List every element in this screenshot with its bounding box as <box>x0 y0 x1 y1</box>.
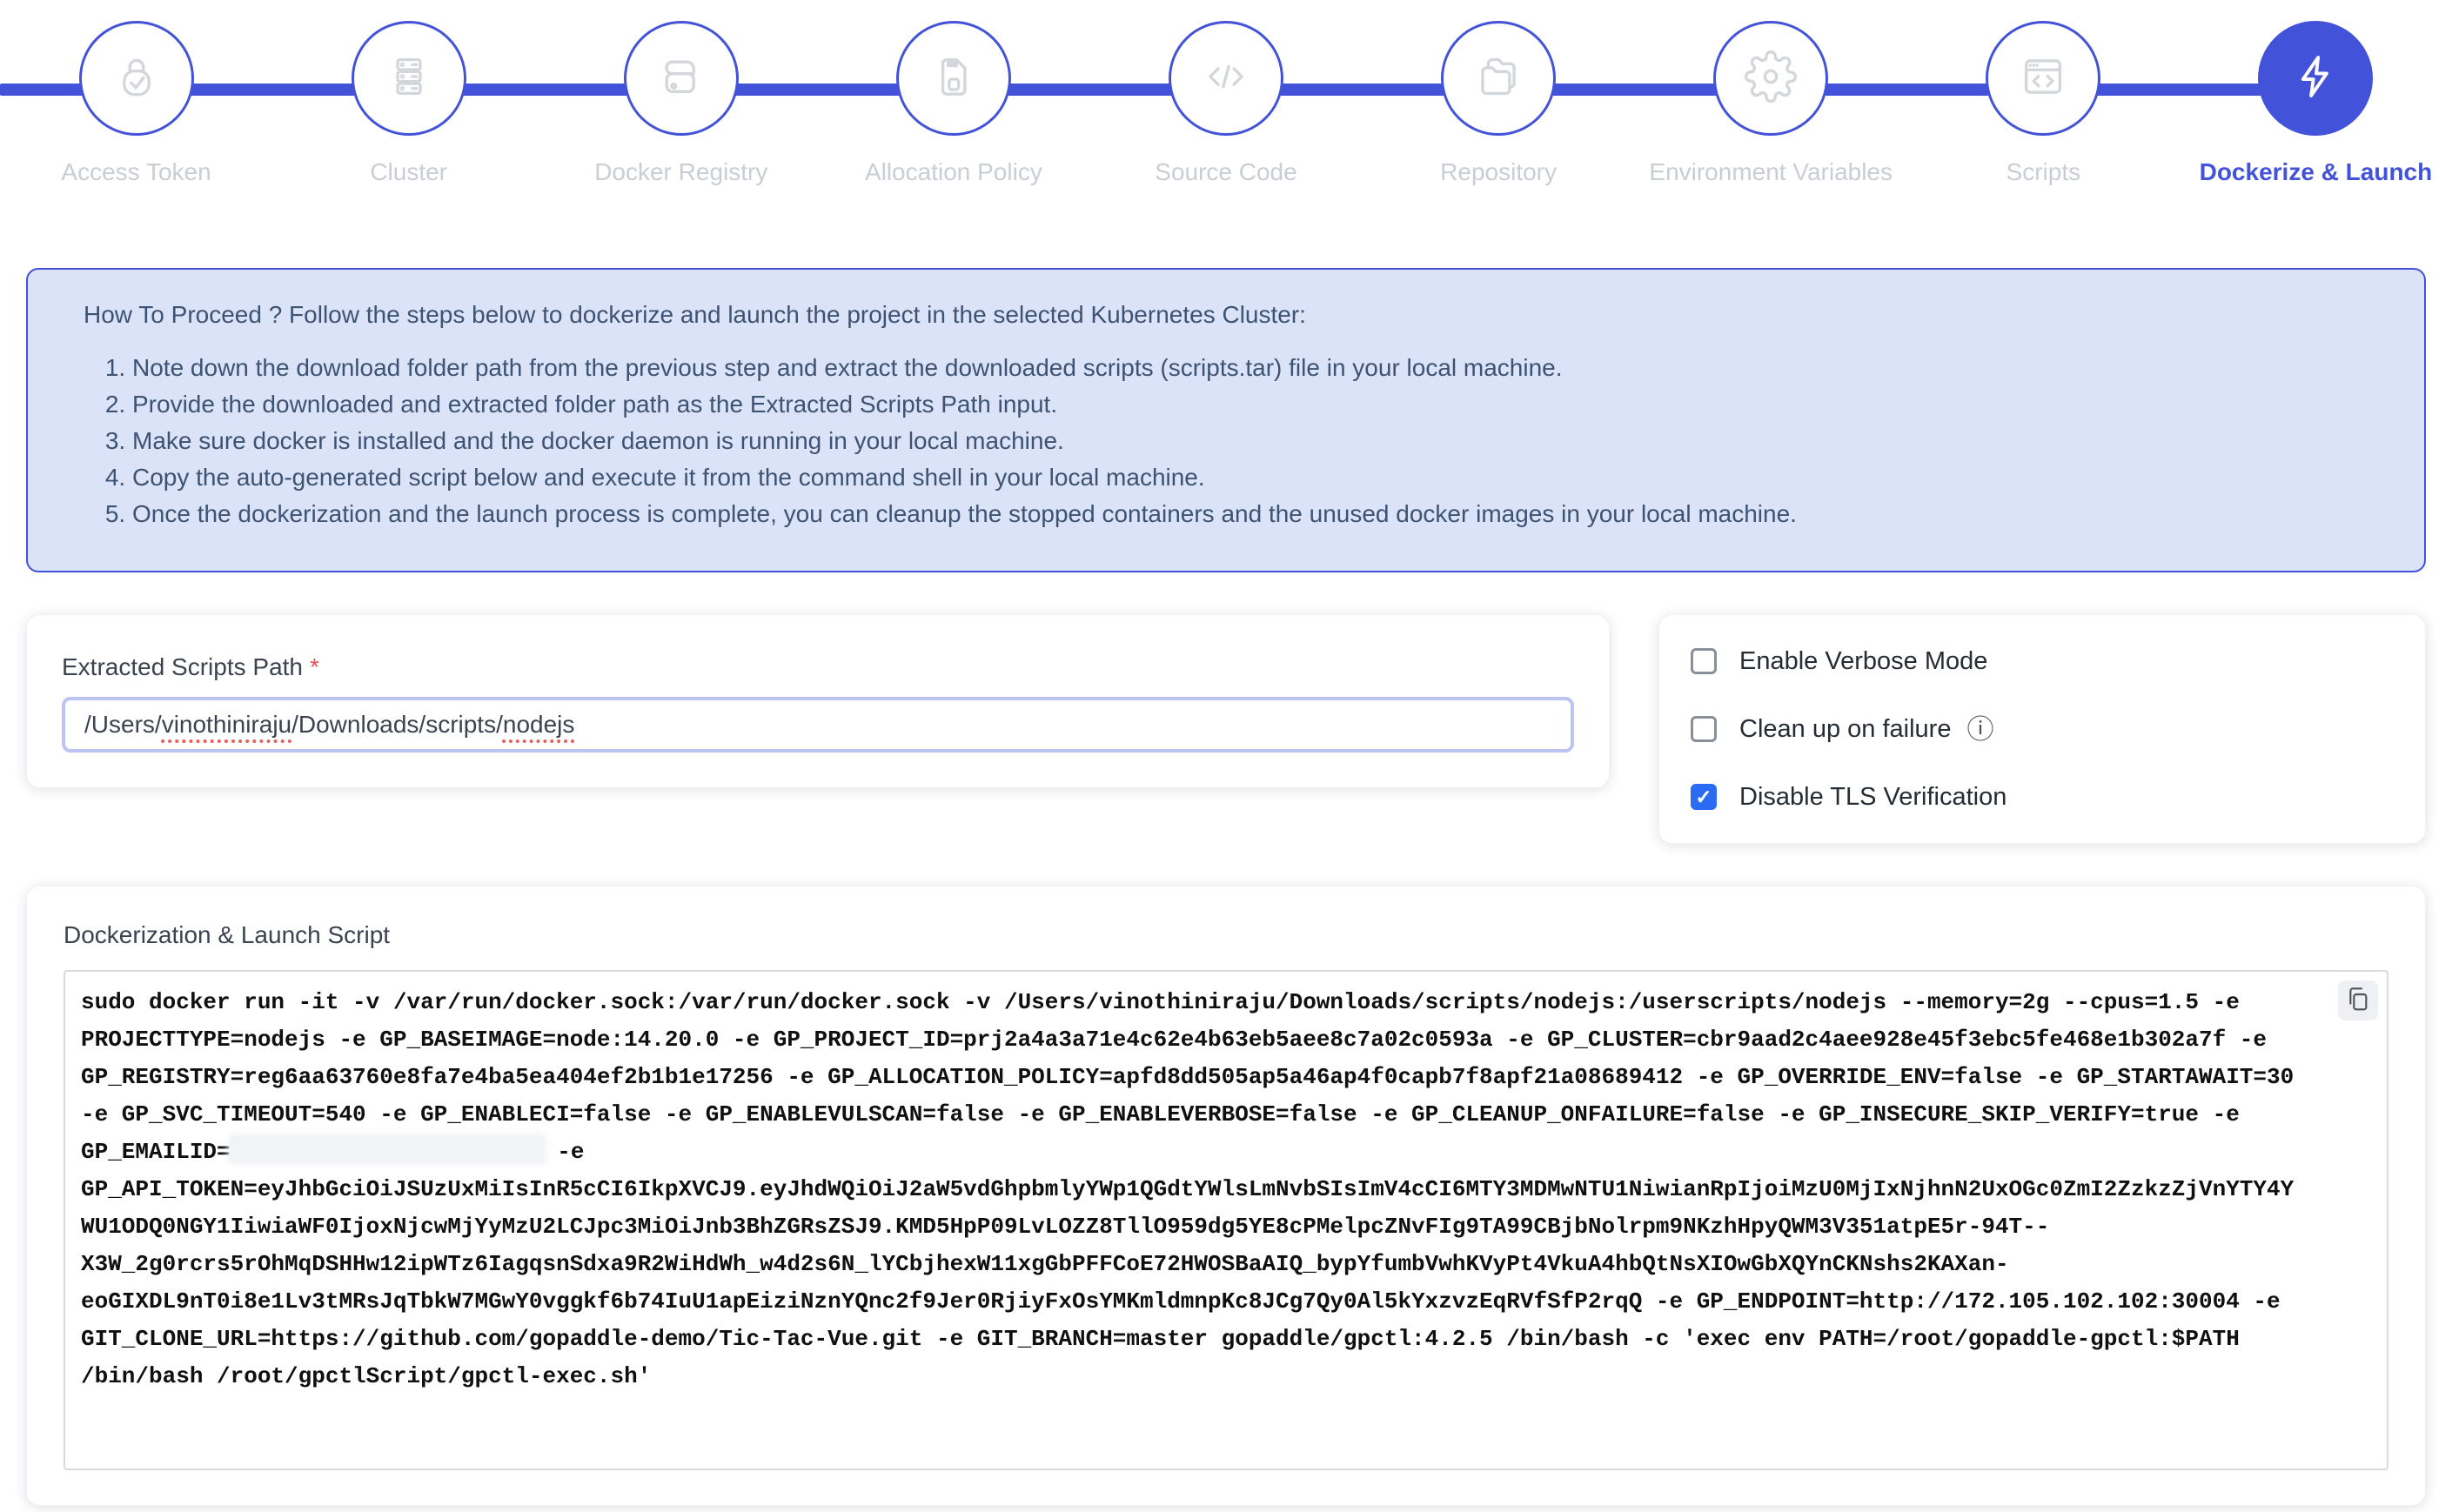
script-line: GIT_CLONE_URL=https://github.com/gopaddl… <box>81 1321 2326 1358</box>
option-row[interactable]: Clean up on failure ⓘ <box>1691 707 2394 751</box>
script-line: /bin/bash /root/gpctlScript/gpctl-exec.s… <box>81 1358 2326 1395</box>
option-row[interactable]: ✓ Disable TLS Verification <box>1691 775 2394 819</box>
folder-icon <box>1471 50 1525 108</box>
stepper-step[interactable]: Allocation Policy <box>817 21 1089 186</box>
checkbox[interactable] <box>1691 648 1717 674</box>
copy-icon <box>2344 986 2372 1016</box>
info-icon[interactable]: ⓘ <box>1966 716 1993 743</box>
step-label: Repository <box>1440 158 1557 186</box>
step-circle[interactable] <box>1441 21 1556 136</box>
stepper-step[interactable]: Docker Registry <box>545 21 817 186</box>
instruction-item: Copy the auto-generated script below and… <box>132 459 2386 496</box>
step-circle[interactable] <box>1169 21 1283 136</box>
stepper-step[interactable]: Repository <box>1363 21 1635 186</box>
extracted-scripts-path-input[interactable]: /Users/vinothiniraju/Downloads/scripts/n… <box>62 697 1574 753</box>
checkbox[interactable] <box>1691 716 1717 742</box>
step-label: Cluster <box>370 158 447 186</box>
script-card: Dockerization & Launch Script sudo docke… <box>26 886 2426 1506</box>
step-label: Docker Registry <box>594 158 767 186</box>
copy-script-button[interactable] <box>2338 980 2378 1020</box>
option-row[interactable]: Enable Verbose Mode <box>1691 639 2394 683</box>
step-circle[interactable] <box>1986 21 2100 136</box>
stepper-step[interactable]: Environment Variables <box>1635 21 1907 186</box>
script-section-label: Dockerization & Launch Script <box>64 921 2388 949</box>
instruction-list: Note down the download folder path from … <box>84 350 2386 532</box>
script-line: WU1ODQ0NGY1IiwiaWF0IjoxNjcwMjYyMzU2LCJpc… <box>81 1208 2326 1246</box>
options-list: Enable Verbose Mode Clean up on failure … <box>1691 639 2394 819</box>
path-segment: /Users/ <box>84 711 162 739</box>
script-line: sudo docker run -it -v /var/run/docker.s… <box>81 984 2326 1021</box>
script-line: GP_REGISTRY=reg6aa63760e8fa7e4ba5ea404ef… <box>81 1059 2326 1096</box>
gear-icon <box>1744 50 1798 108</box>
step-label: Dockerize & Launch <box>2200 158 2433 186</box>
step-label: Allocation Policy <box>865 158 1042 186</box>
step-circle[interactable] <box>1713 21 1828 136</box>
instruction-item: Note down the download folder path from … <box>132 350 2386 386</box>
path-segment: /Downloads/scripts/ <box>291 711 503 739</box>
script-line: PROJECTTYPE=nodejs -e GP_BASEIMAGE=node:… <box>81 1021 2326 1059</box>
step-circle[interactable] <box>2258 21 2373 136</box>
server-stack-icon <box>382 50 436 108</box>
instruction-item: Provide the downloaded and extracted fol… <box>132 386 2386 423</box>
step-circle[interactable] <box>624 21 739 136</box>
script-line: eoGIXDL9nT0i8e1Lv3tMRsJqTbkW7MGwY0vggkf6… <box>81 1283 2326 1321</box>
option-label: Enable Verbose Mode <box>1739 647 1987 676</box>
browser-code-icon <box>2016 50 2070 108</box>
instruction-item: Once the dockerization and the launch pr… <box>132 496 2386 532</box>
code-brackets-icon <box>1199 50 1253 108</box>
script-line: X3W_2g0rcrs5rOhMqDSHHw12ipWTz6IagqsnSdxa… <box>81 1246 2326 1283</box>
required-asterisk: * <box>310 653 319 680</box>
checkbox[interactable]: ✓ <box>1691 784 1717 810</box>
script-line: GP_EMAILID= -e <box>81 1134 2326 1171</box>
step-circle[interactable] <box>352 21 466 136</box>
stepper-step[interactable]: Dockerize & Launch <box>2180 21 2452 186</box>
option-label: Disable TLS Verification <box>1739 783 2006 812</box>
misspelled-segment: nodejs <box>503 711 575 739</box>
lightning-icon <box>2288 50 2342 108</box>
stepper-steps: Access Token Cluster Docker Registry All… <box>0 21 2452 186</box>
step-circle[interactable] <box>79 21 194 136</box>
info-title: How To Proceed ? Follow the steps below … <box>84 301 2386 329</box>
stepper-step[interactable]: Scripts <box>1907 21 2180 186</box>
stepper-step[interactable]: Cluster <box>272 21 545 186</box>
script-line: GP_API_TOKEN=eyJhbGciOiJSUzUxMiIsInR5cCI… <box>81 1171 2326 1208</box>
script-line: -e GP_SVC_TIMEOUT=540 -e GP_ENABLECI=fal… <box>81 1096 2326 1134</box>
how-to-proceed-panel: How To Proceed ? Follow the steps below … <box>26 268 2426 572</box>
redacted-email-value <box>231 1136 544 1162</box>
step-label: Scripts <box>2006 158 2081 186</box>
step-label: Source Code <box>1155 158 1296 186</box>
extracted-scripts-path-card: Extracted Scripts Path* /Users/vinothini… <box>26 614 1610 788</box>
script-box[interactable]: sudo docker run -it -v /var/run/docker.s… <box>64 970 2388 1470</box>
step-label: Access Token <box>61 158 211 186</box>
step-label: Environment Variables <box>1649 158 1893 186</box>
step-circle[interactable] <box>896 21 1011 136</box>
extracted-scripts-path-label: Extracted Scripts Path* <box>62 653 1574 681</box>
script-text: sudo docker run -it -v /var/run/docker.s… <box>81 984 2326 1395</box>
sim-card-icon <box>927 50 981 108</box>
wizard-stepper: Access Token Cluster Docker Registry All… <box>0 0 2452 186</box>
form-row: Extracted Scripts Path* /Users/vinothini… <box>26 614 2426 844</box>
stepper-step[interactable]: Source Code <box>1089 21 1362 186</box>
stepper-step[interactable]: Access Token <box>0 21 272 186</box>
instruction-item: Make sure docker is installed and the do… <box>132 423 2386 459</box>
options-card: Enable Verbose Mode Clean up on failure … <box>1658 614 2426 844</box>
option-label: Clean up on failure <box>1739 715 1951 744</box>
misspelled-segment: vinothiniraju <box>162 711 291 739</box>
lock-check-icon <box>110 50 164 108</box>
registry-box-icon <box>654 50 708 108</box>
